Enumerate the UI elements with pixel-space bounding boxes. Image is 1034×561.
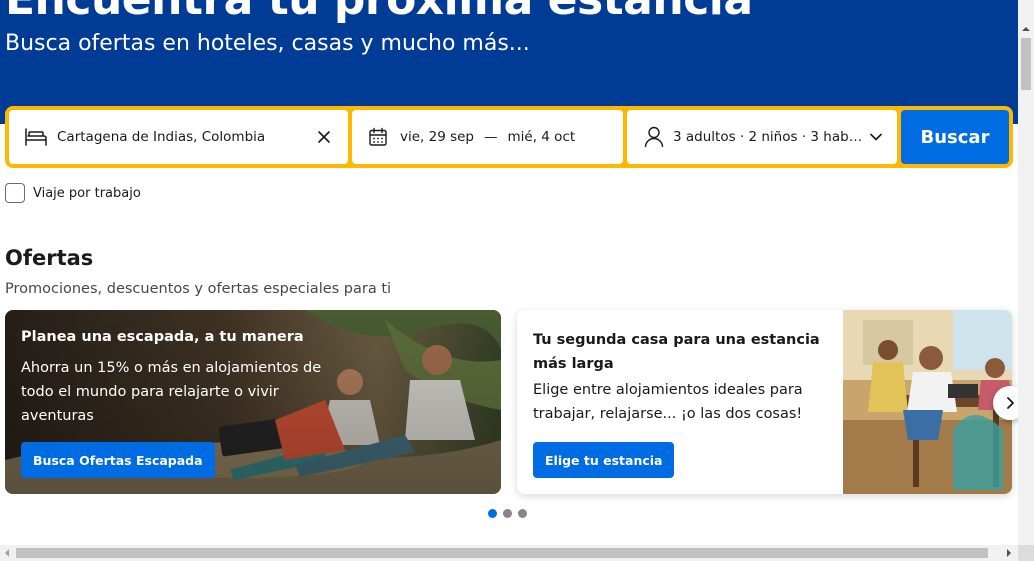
work-trip-label: Viaje por trabajo bbox=[33, 185, 141, 201]
offer-card-long-stay[interactable]: Tu segunda casa para una estancia más la… bbox=[517, 310, 1012, 494]
scroll-right-arrow[interactable] bbox=[1007, 549, 1011, 557]
checkout-date: mié, 4 oct bbox=[507, 129, 576, 145]
scroll-up-arrow[interactable] bbox=[1022, 27, 1030, 31]
carousel-dot[interactable] bbox=[518, 509, 527, 518]
work-trip-checkbox[interactable] bbox=[5, 183, 25, 203]
bed-icon bbox=[23, 127, 49, 147]
carousel-dot[interactable] bbox=[503, 509, 512, 518]
horizontal-scroll-thumb[interactable] bbox=[16, 548, 988, 558]
dates-field[interactable]: vie, 29 sep — mié, 4 oct bbox=[352, 110, 623, 164]
offer-card-body: Ahorra un 15% o más en alojamientos de t… bbox=[21, 360, 322, 424]
chevron-right-icon bbox=[1005, 396, 1015, 410]
calendar-icon bbox=[366, 127, 390, 147]
carousel-dot[interactable] bbox=[488, 509, 497, 518]
scrollbar-corner bbox=[1018, 545, 1034, 561]
offer-card-getaway[interactable]: Planea una escapada, a tu manera Ahorra … bbox=[5, 310, 501, 494]
person-icon bbox=[643, 126, 665, 148]
guests-field[interactable]: 3 adultos · 2 niños · 3 habitaciones bbox=[627, 110, 897, 164]
date-separator: — bbox=[484, 129, 498, 145]
vertical-scroll-thumb[interactable] bbox=[1021, 38, 1031, 90]
work-trip-option[interactable]: Viaje por trabajo bbox=[5, 183, 141, 203]
hero-subtitle: Busca ofertas en hoteles, casas y mucho … bbox=[5, 31, 530, 56]
family-home-photo bbox=[843, 310, 1012, 494]
horizontal-scrollbar[interactable] bbox=[0, 545, 1034, 561]
booking-home-page: Encuentra tu próxima estancia Busca ofer… bbox=[0, 0, 1034, 561]
guests-summary: 3 adultos · 2 niños · 3 habitaciones bbox=[673, 129, 863, 145]
destination-field[interactable]: Cartagena de Indias, Colombia bbox=[9, 110, 348, 164]
vertical-scrollbar[interactable] bbox=[1018, 0, 1034, 545]
offers-subtitle: Promociones, descuentos y ofertas especi… bbox=[5, 281, 392, 297]
destination-value: Cartagena de Indias, Colombia bbox=[57, 129, 266, 145]
hero-title: Encuentra tu próxima estancia bbox=[5, 0, 753, 25]
close-icon[interactable] bbox=[314, 127, 334, 147]
offers-title: Ofertas bbox=[5, 246, 94, 270]
offer-card-body: Elige entre alojamientos ideales para tr… bbox=[533, 382, 803, 422]
checkin-date: vie, 29 sep bbox=[400, 129, 475, 145]
search-button[interactable]: Buscar bbox=[901, 110, 1009, 164]
choose-stay-button[interactable]: Elige tu estancia bbox=[533, 442, 675, 478]
chevron-down-icon bbox=[867, 128, 885, 146]
scroll-left-arrow[interactable] bbox=[5, 549, 9, 557]
offer-card-title: Tu segunda casa para una estancia más la… bbox=[533, 332, 820, 372]
carousel-indicator bbox=[488, 509, 527, 518]
offer-card-title: Planea una escapada, a tu manera bbox=[21, 329, 304, 345]
search-bar: Cartagena de Indias, Colombia vie, 29 se… bbox=[5, 106, 1013, 168]
getaway-deals-button[interactable]: Busca Ofertas Escapada bbox=[21, 442, 215, 478]
